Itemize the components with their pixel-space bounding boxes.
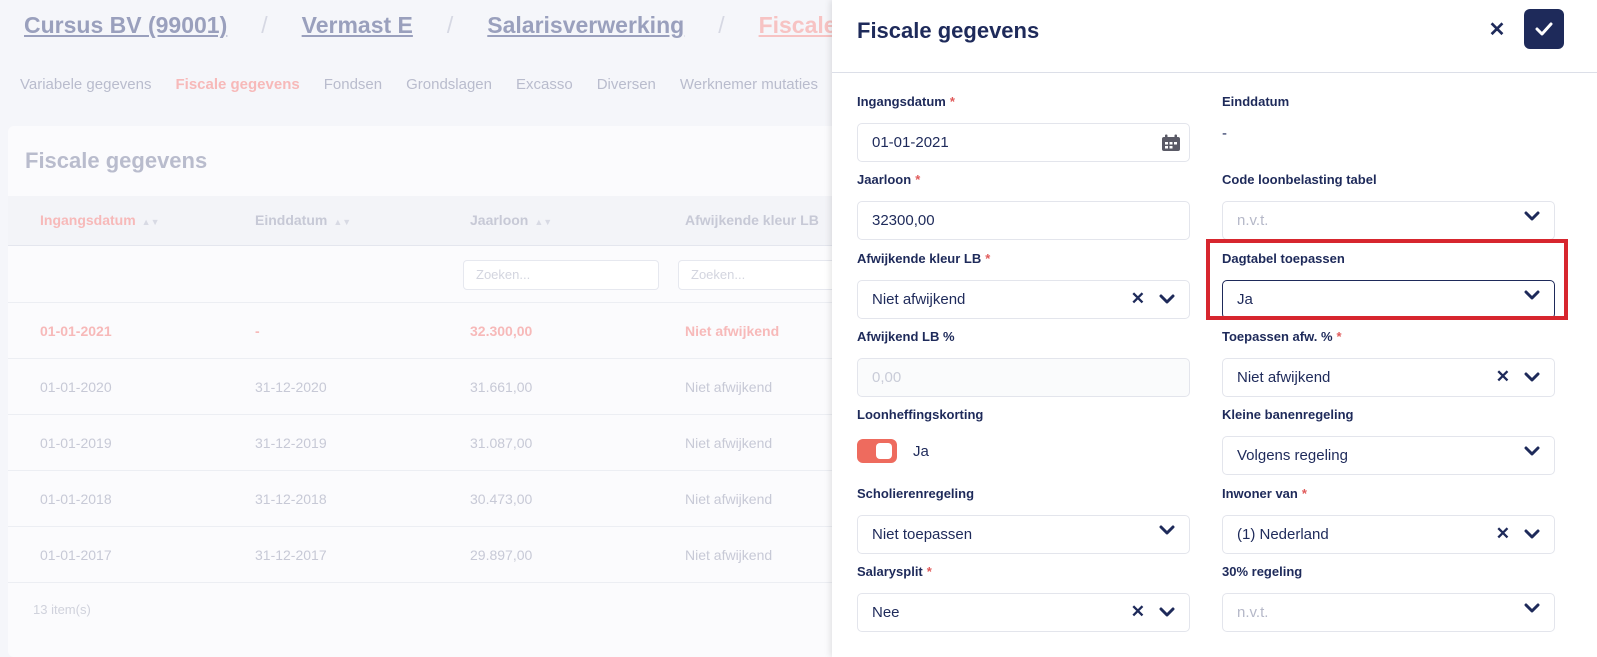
clear-icon[interactable]: ✕ — [1131, 290, 1145, 308]
field-loonheffingskorting: Loonheffingskorting Ja — [857, 407, 1190, 466]
field-kleine-banen: Kleine banenregeling Volgens regeling — [1222, 407, 1555, 475]
breadcrumb-employee[interactable]: Vermast E — [302, 12, 413, 39]
field-einddatum: Einddatum - — [1222, 94, 1555, 142]
loonheffingskorting-value: Ja — [913, 442, 929, 460]
jaarloon-input[interactable]: 32300,00 — [857, 201, 1190, 240]
subnav-werknemer-mutaties[interactable]: Werknemer mutaties — [680, 76, 818, 93]
column-jaarloon[interactable]: Jaarloon ▲▼ — [470, 212, 552, 228]
subnav-variabele-gegevens[interactable]: Variabele gegevens — [20, 76, 151, 93]
table-row[interactable]: 01-01-2017 31-12-2017 29.897,00 Niet afw… — [8, 527, 848, 583]
panel-title: Fiscale gegevens — [857, 18, 1040, 43]
table-row[interactable]: 01-01-2020 31-12-2020 31.661,00 Niet afw… — [8, 359, 848, 415]
dagtabel-select[interactable]: Ja — [1222, 280, 1555, 319]
salarysplit-select[interactable]: Nee ✕ — [857, 593, 1190, 632]
field-toepassen-afw: Toepassen afw. % * Niet afwijkend ✕ — [1222, 329, 1555, 397]
sub-navigation: Variabele gegevens Fiscale gegevens Fond… — [20, 76, 842, 93]
check-icon — [1535, 22, 1553, 36]
breadcrumb: Cursus BV (99001) / Vermast E / Salarisv… — [24, 12, 949, 39]
scholieren-select[interactable]: Niet toepassen — [857, 515, 1190, 554]
chevron-down-icon — [1524, 603, 1540, 613]
column-afwijkende-kleur[interactable]: Afwijkende kleur LB — [685, 212, 819, 228]
confirm-button[interactable] — [1524, 9, 1564, 49]
inwoner-select[interactable]: (1) Nederland ✕ — [1222, 515, 1555, 554]
field-afwijkende-kleur: Afwijkende kleur LB * Niet afwijkend ✕ — [857, 251, 1190, 319]
table-row[interactable]: 01-01-2019 31-12-2019 31.087,00 Niet afw… — [8, 415, 848, 471]
clear-icon[interactable]: ✕ — [1496, 368, 1510, 386]
field-dagtabel: Dagtabel toepassen Ja — [1222, 251, 1555, 319]
item-count: 13 item(s) — [33, 602, 91, 617]
panel-header: Fiscale gegevens ✕ — [832, 0, 1597, 73]
subnav-grondslagen[interactable]: Grondslagen — [406, 76, 492, 93]
chevron-down-icon — [1524, 446, 1540, 456]
regeling-30-select[interactable]: n.v.t. — [1222, 593, 1555, 632]
subnav-fiscale-gegevens[interactable]: Fiscale gegevens — [175, 76, 299, 93]
table-row[interactable]: 01-01-2018 31-12-2018 30.473,00 Niet afw… — [8, 471, 848, 527]
field-code-loonbelasting: Code loonbelasting tabel n.v.t. — [1222, 172, 1555, 240]
calendar-icon[interactable] — [1161, 134, 1181, 152]
close-icon: ✕ — [1488, 19, 1506, 41]
table-header: Ingangsdatum ▲▼ Einddatum ▲▼ Jaarloon ▲▼ Af… — [8, 196, 848, 246]
fiscale-gegevens-card: Fiscale gegevens Ingangsdatum ▲▼ Einddatu… — [8, 126, 874, 657]
chevron-down-icon — [1159, 294, 1175, 303]
ingangsdatum-input[interactable]: 01-01-2021 — [857, 123, 1190, 162]
clear-icon[interactable]: ✕ — [1131, 603, 1145, 621]
column-einddatum[interactable]: Einddatum ▲▼ — [255, 212, 351, 228]
field-scholieren: Scholierenregeling Niet toepassen — [857, 486, 1190, 554]
column-ingangsdatum[interactable]: Ingangsdatum ▲▼ — [40, 212, 160, 228]
table-row[interactable]: 01-01-2021 - 32.300,00 Niet afwijkend — [8, 303, 848, 359]
breadcrumb-salarisverwerking[interactable]: Salarisverwerking — [487, 12, 684, 39]
field-afwijkend-lb: Afwijkend LB % 0,00 — [857, 329, 1190, 397]
chevron-down-icon — [1159, 607, 1175, 616]
afwijkend-lb-input[interactable]: 0,00 — [857, 358, 1190, 397]
toepassen-afw-select[interactable]: Niet afwijkend ✕ — [1222, 358, 1555, 397]
breadcrumb-company[interactable]: Cursus BV (99001) — [24, 12, 227, 39]
subnav-diversen[interactable]: Diversen — [597, 76, 656, 93]
chevron-down-icon — [1524, 290, 1540, 300]
clear-icon[interactable]: ✕ — [1496, 525, 1510, 543]
field-salarysplit: Salarysplit * Nee ✕ — [857, 564, 1190, 632]
filter-jaarloon-input[interactable]: Zoeken... — [463, 260, 659, 290]
chevron-down-icon — [1524, 372, 1540, 381]
chevron-down-icon — [1524, 211, 1540, 221]
afwijkende-kleur-select[interactable]: Niet afwijkend ✕ — [857, 280, 1190, 319]
field-inwoner: Inwoner van * (1) Nederland ✕ — [1222, 486, 1555, 554]
loonheffingskorting-toggle[interactable] — [857, 439, 897, 463]
einddatum-value: - — [1222, 125, 1227, 142]
fiscale-gegevens-panel: Fiscale gegevens ✕ Ingangsdatum * 01-01-2… — [832, 0, 1597, 657]
field-ingangsdatum: Ingangsdatum * 01-01-2021 — [857, 94, 1190, 162]
subnav-fondsen[interactable]: Fondsen — [324, 76, 382, 93]
card-title: Fiscale gegevens — [25, 148, 208, 173]
filter-row: Zoeken... Zoeken... — [8, 247, 874, 303]
code-loonbelasting-select[interactable]: n.v.t. — [1222, 201, 1555, 240]
chevron-down-icon — [1524, 529, 1540, 538]
subnav-excasso[interactable]: Excasso — [516, 76, 573, 93]
close-button[interactable]: ✕ — [1485, 18, 1509, 42]
field-30-regeling: 30% regeling n.v.t. — [1222, 564, 1555, 632]
field-jaarloon: Jaarloon * 32300,00 — [857, 172, 1190, 240]
chevron-down-icon — [1159, 525, 1175, 535]
kleine-banen-select[interactable]: Volgens regeling — [1222, 436, 1555, 475]
